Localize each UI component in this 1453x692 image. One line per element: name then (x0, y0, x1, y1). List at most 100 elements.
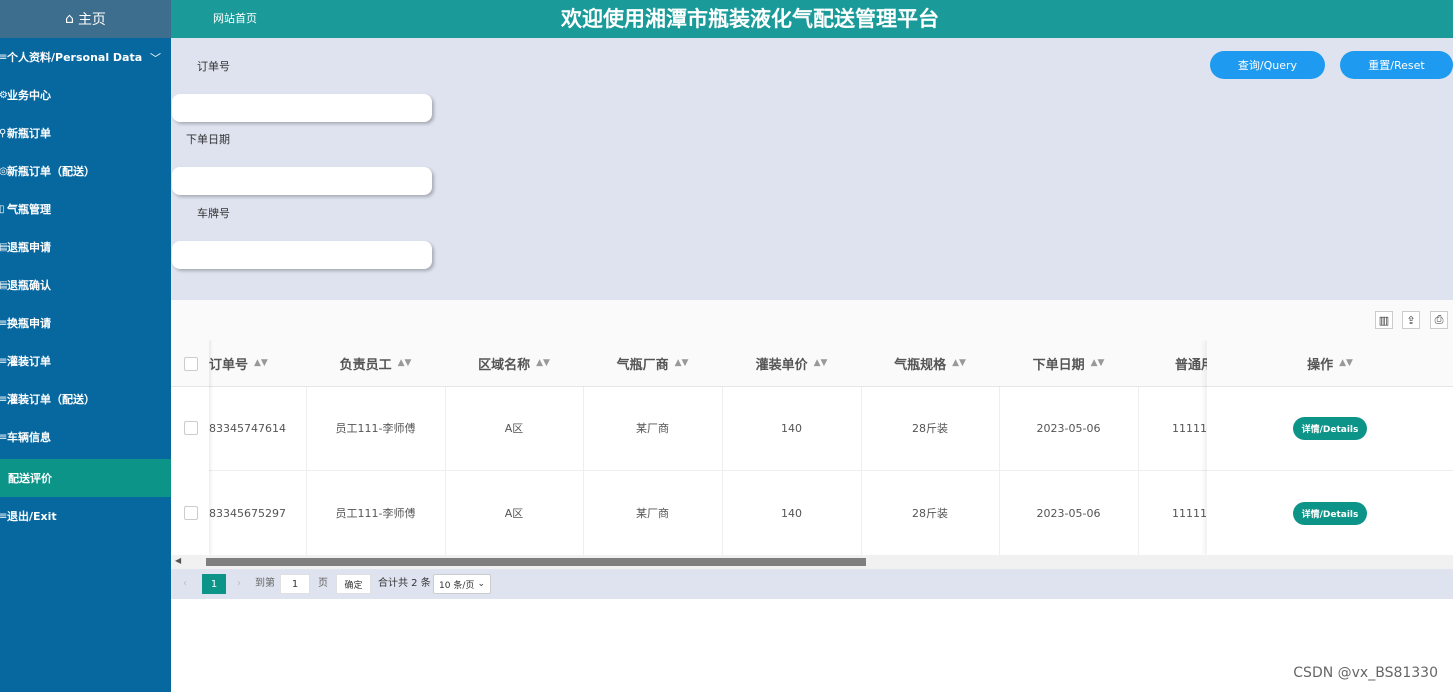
details-button[interactable]: 详情/Details (1292, 416, 1368, 440)
sidebar-item-label: 气瓶管理 (7, 203, 51, 216)
filter-columns-icon[interactable]: ▥ (1375, 311, 1393, 329)
plate-number-input[interactable] (172, 241, 432, 269)
scroll-left-icon[interactable]: ◀ (175, 556, 181, 565)
list-icon: ≡ (0, 431, 7, 443)
sidebar-item-label: 新瓶订单（配送） (7, 165, 95, 178)
col-header-spec[interactable]: 气瓶规格 ▲▼ (861, 340, 999, 387)
sidebar-item-exit[interactable]: ≡ 退出/Exit (0, 497, 171, 535)
query-button[interactable]: 查询/Query (1210, 51, 1325, 79)
operations-column: 操作 ▲▼ 详情/Details 详情/Details (1207, 340, 1453, 555)
total-count: 合计共 2 条 (378, 578, 431, 589)
gear-icon: ⚙ (0, 89, 7, 101)
col-header-staff[interactable]: 负责员工 ▲▼ (306, 340, 445, 387)
table-toolbar (171, 300, 1453, 340)
sidebar-item-new-order-delivery[interactable]: ◎ 新瓶订单（配送） (0, 152, 171, 190)
sidebar-item-label: 退瓶确认 (7, 279, 51, 292)
cell-date: 2023-05-06 (999, 386, 1138, 471)
col-header-user[interactable]: 普通用 (1175, 340, 1207, 387)
list-icon: ≡ (0, 510, 7, 522)
sidebar-item-return-confirm[interactable]: ▤ 退瓶确认 (0, 266, 171, 304)
sort-icon: ▲▼ (254, 358, 268, 368)
page-title: 欢迎使用湘潭市瓶装液化气配送管理平台 (561, 7, 939, 31)
col-header-actions[interactable]: 操作 ▲▼ (1207, 340, 1453, 387)
sidebar-item-cylinder-management[interactable]: ▯ 气瓶管理 (0, 190, 171, 228)
chevron-down-icon: ﹀ (150, 52, 161, 65)
top-bar: ⌂ 主页 网站首页 欢迎使用湘潭市瓶装液化气配送管理平台 (0, 0, 1453, 38)
col-header-order[interactable]: 订单号 ▲▼ (209, 340, 269, 387)
col-header-price[interactable]: 灌装单价 ▲▼ (722, 340, 861, 387)
sort-icon: ▲▼ (397, 358, 412, 368)
sidebar-item-label: 配送评价 (8, 472, 52, 485)
sort-icon: ▲▼ (952, 358, 966, 368)
sidebar-item-label: 退瓶申请 (7, 241, 51, 254)
cell-actions: 详情/Details (1207, 471, 1453, 555)
export-icon[interactable]: ⇪ (1402, 311, 1420, 329)
page-1-button[interactable]: 1 (202, 574, 226, 594)
order-date-label: 下单日期 (186, 133, 230, 146)
sidebar-item-personal-data[interactable]: ≡ 个人资料/Personal Data ﹀ (0, 38, 171, 76)
sidebar-item-label: 新瓶订单 (7, 127, 51, 140)
sidebar-item-label: 灌装订单 (7, 355, 51, 368)
cell-date: 2023-05-06 (999, 471, 1138, 555)
order-date-input[interactable] (172, 167, 432, 195)
data-table: 订单号 ▲▼ 负责员工 ▲▼ 区域名称 ▲▼ 气瓶厂商 ▲▼ 灌装单价 ▲▼ 气瓶规格 ▲▼… (171, 340, 1453, 555)
sidebar-item-filling-order[interactable]: ≡ 灌装订单 (0, 342, 171, 380)
sidebar-item-exchange-apply[interactable]: ≡ 换瓶申请 (0, 304, 171, 342)
horizontal-scrollbar[interactable]: ◀ (171, 555, 1453, 569)
cell-area: A区 (445, 471, 583, 555)
plate-number-label: 车牌号 (197, 207, 230, 220)
sidebar-item-label: 灌装订单（配送） (7, 393, 95, 406)
confirm-page-button[interactable]: 确定 (336, 574, 371, 594)
list-icon: ≡ (0, 51, 7, 63)
cell-price: 140 (722, 471, 861, 555)
page-size-select[interactable]: 10 条/页 ⌄ (433, 574, 491, 594)
cell-staff: 员工111-李师傅 (306, 386, 445, 471)
row-checkbox[interactable] (184, 506, 198, 520)
sidebar-item-label: 换瓶申请 (7, 317, 51, 330)
next-page-icon[interactable]: › (237, 574, 241, 594)
sidebar-item-label: 车辆信息 (7, 431, 51, 444)
pagination: ‹ 1 › 到第 1 页 确定 合计共 2 条 10 条/页 ⌄ (171, 569, 1453, 599)
sidebar: ≡ 个人资料/Personal Data ﹀ ⚙ 业务中心 ⚲ 新瓶订单 ◎ 新… (0, 38, 171, 692)
sidebar-item-label: 退出/Exit (7, 510, 57, 523)
document-icon: ▤ (0, 241, 7, 253)
scrollbar-thumb[interactable] (206, 558, 866, 566)
document-icon: ▤ (0, 279, 7, 291)
list-icon: ≡ (0, 355, 7, 367)
col-header-area[interactable]: 区域名称 ▲▼ (445, 340, 583, 387)
list-icon: ≡ (0, 317, 7, 329)
phone-icon: ▯ (0, 203, 5, 215)
list-icon: ≡ (0, 393, 7, 405)
sidebar-item-filling-order-delivery[interactable]: ≡ 灌装订单（配送） (0, 380, 171, 418)
cell-maker: 某厂商 (583, 386, 722, 471)
cell-staff: 员工111-李师傅 (306, 471, 445, 555)
reset-button[interactable]: 重置/Reset (1340, 51, 1453, 79)
order-number-input[interactable] (172, 94, 432, 122)
sidebar-item-return-apply[interactable]: ▤ 退瓶申请 (0, 228, 171, 266)
sidebar-item-new-order[interactable]: ⚲ 新瓶订单 (0, 114, 171, 152)
sidebar-item-delivery-review[interactable]: 配送评价 (0, 459, 171, 497)
cell-area: A区 (445, 386, 583, 471)
sidebar-item-business-center[interactable]: ⚙ 业务中心 (0, 76, 171, 114)
cell-maker: 某厂商 (583, 471, 722, 555)
cell-actions: 详情/Details (1207, 386, 1453, 471)
cell-user: 11111- (1138, 386, 1207, 471)
details-button[interactable]: 详情/Details (1292, 501, 1368, 525)
sort-icon: ▲▼ (1339, 358, 1353, 368)
sort-icon: ▲▼ (813, 358, 828, 368)
prev-page-icon[interactable]: ‹ (183, 574, 187, 594)
checkbox-column (171, 340, 209, 555)
chevron-down-icon: ⌄ (477, 579, 485, 589)
page-unit-label: 页 (318, 578, 328, 589)
col-header-date[interactable]: 下单日期 ▲▼ (999, 340, 1138, 387)
sort-icon: ▲▼ (674, 358, 689, 368)
row-checkbox[interactable] (184, 421, 198, 435)
target-icon: ◎ (0, 165, 7, 177)
col-header-maker[interactable]: 气瓶厂商 ▲▼ (583, 340, 722, 387)
cell-user: 11111- (1138, 471, 1207, 555)
sidebar-item-vehicle-info[interactable]: ≡ 车辆信息 (0, 418, 171, 456)
page-jump-input[interactable]: 1 (280, 574, 310, 594)
cell-order: 83345675297 (209, 471, 306, 555)
select-all-checkbox[interactable] (184, 357, 198, 371)
print-icon[interactable]: ⎙ (1430, 311, 1448, 329)
